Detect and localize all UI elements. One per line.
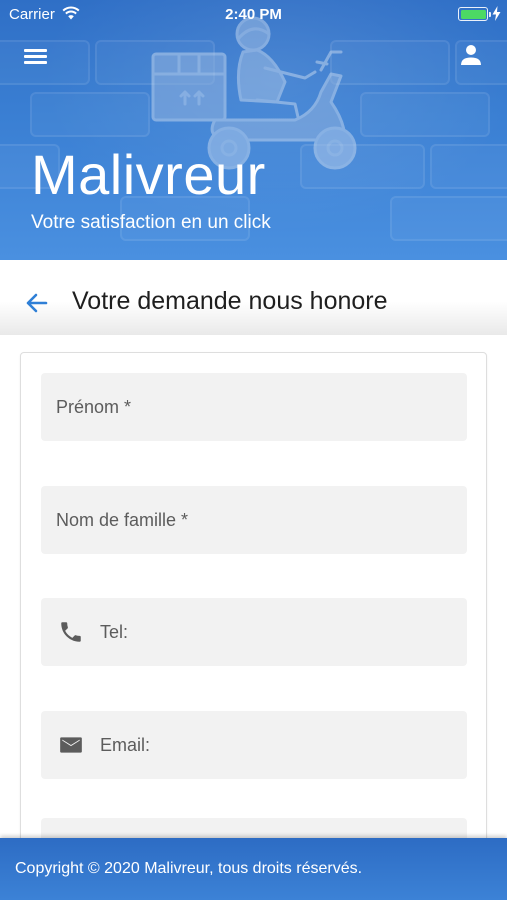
phone-icon [61, 622, 81, 642]
brand-subtitle: Votre satisfaction en un click [31, 212, 271, 233]
header-banner: Carrier 2:40 PM Malivreur Votre satisfac… [0, 0, 507, 260]
last-name-placeholder: Nom de famille * [56, 510, 189, 530]
phone-placeholder: Tel: [100, 622, 129, 642]
charging-bolt-icon [492, 6, 501, 21]
last-name-field[interactable]: Nom de famille * [41, 486, 467, 554]
user-icon[interactable] [459, 43, 483, 67]
footer: Copyright © 2020 Malivreur, tous droits … [0, 838, 507, 900]
email-placeholder: Email: [100, 735, 151, 755]
first-name-placeholder: Prénom * [56, 397, 132, 417]
phone-field[interactable]: Tel: [41, 598, 467, 666]
hamburger-menu-icon[interactable] [24, 46, 48, 66]
battery-cap [489, 12, 491, 17]
brand-title: Malivreur [31, 143, 266, 206]
arrow-left-icon[interactable] [24, 290, 50, 316]
copyright-text: Copyright © 2020 Malivreur, tous droits … [15, 860, 363, 877]
page-title: Votre demande nous honore [72, 287, 388, 315]
clock: 2:40 PM [225, 6, 282, 23]
battery-icon [458, 7, 491, 21]
mail-icon [60, 737, 82, 753]
status-bar: Carrier 2:40 PM [0, 0, 507, 28]
first-name-field[interactable]: Prénom * [41, 373, 467, 441]
app-screen: Carrier 2:40 PM Malivreur Votre satisfac… [0, 0, 507, 900]
email-field[interactable]: Email: [41, 711, 467, 779]
battery-fill [460, 9, 486, 19]
